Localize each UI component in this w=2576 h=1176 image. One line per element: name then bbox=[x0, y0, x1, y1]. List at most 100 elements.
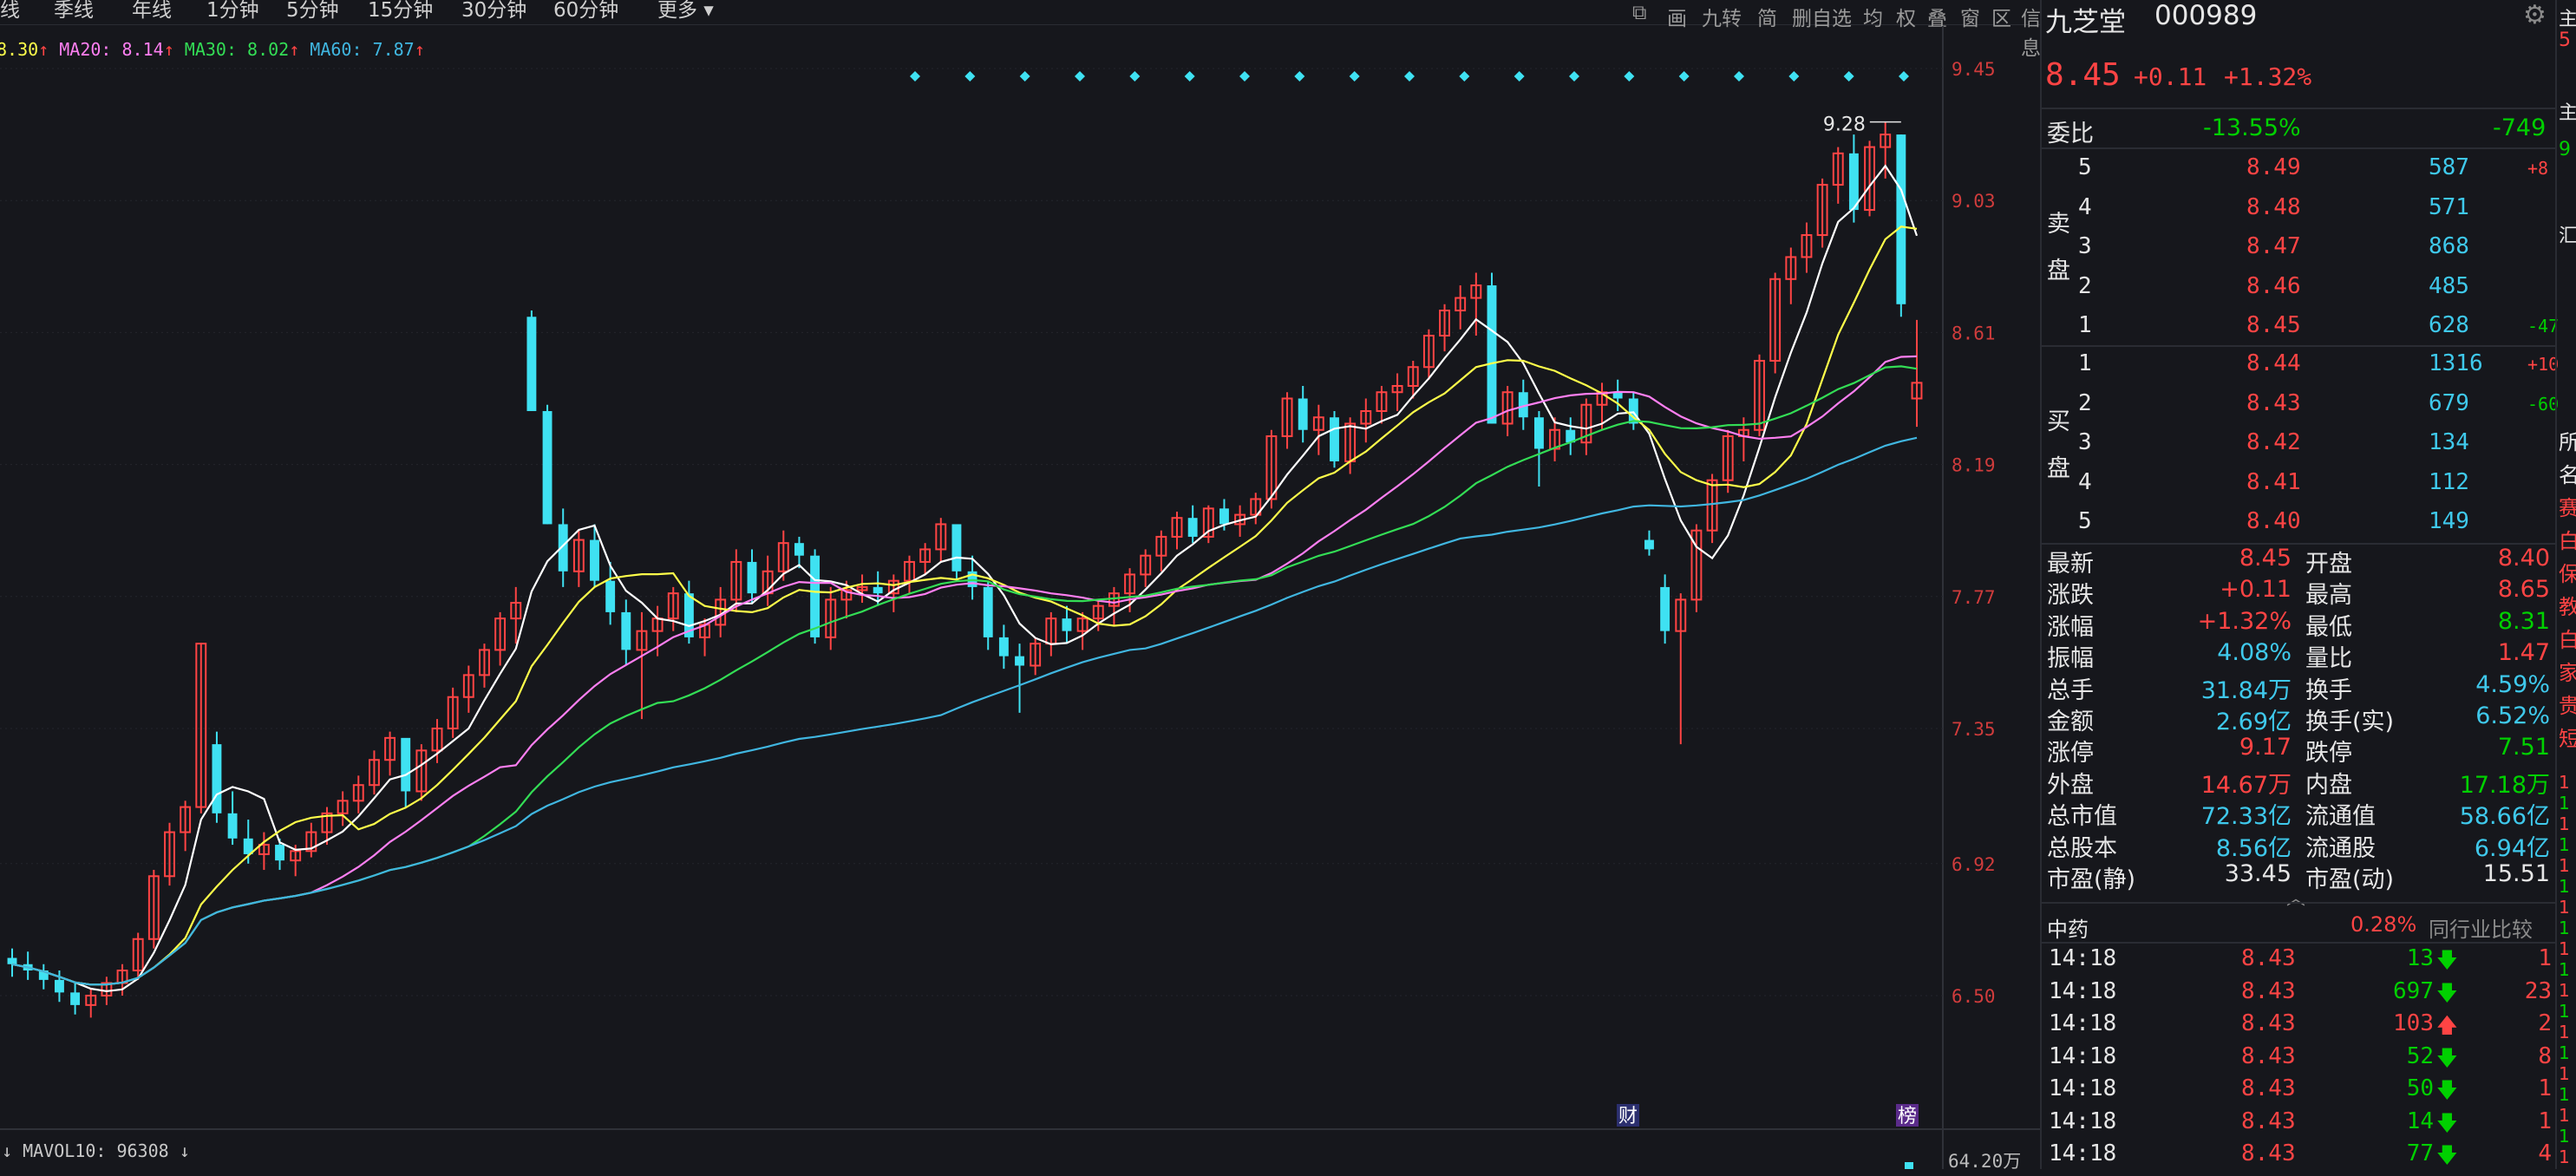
sector-name[interactable]: 中药 bbox=[2047, 912, 2089, 943]
candle-body bbox=[951, 524, 962, 572]
tick-price: 8.43 bbox=[2241, 1107, 2296, 1134]
period-tab[interactable]: 1分钟 bbox=[206, 0, 259, 21]
signal-marker bbox=[1349, 71, 1360, 82]
last-price: 8.45 bbox=[2045, 57, 2121, 93]
period-tab[interactable]: 60分钟 bbox=[553, 0, 618, 21]
edge-digit: 1 bbox=[2559, 1126, 2570, 1147]
edge-char: 主 bbox=[2559, 9, 2576, 30]
edge-digit: 1 bbox=[2559, 793, 2570, 813]
signal-marker bbox=[910, 71, 920, 82]
tick-count: 2 bbox=[2538, 1010, 2552, 1036]
tick-price: 8.43 bbox=[2241, 1042, 2296, 1069]
candle-body bbox=[275, 845, 284, 861]
stat-label: 市盈(动) bbox=[2305, 866, 2395, 893]
stat-label: 换手(实) bbox=[2305, 709, 2395, 735]
edge-digit: 1 bbox=[2559, 1147, 2570, 1167]
edge-digit: 1 bbox=[2559, 1001, 2570, 1022]
bid-volume: 679 bbox=[2429, 389, 2469, 416]
stat-label: 换手 bbox=[2305, 676, 2352, 704]
stat-label: 最高 bbox=[2305, 582, 2352, 610]
signal-marker bbox=[1184, 71, 1195, 82]
kline-chart[interactable]: 8.30↑ MA20: 8.14↑ MA30: 8.02↑ MA60: 7.87… bbox=[0, 26, 2040, 1169]
ask-change: +8 bbox=[2527, 158, 2549, 179]
tick-time: 14:18 bbox=[2049, 1042, 2117, 1069]
bid-price[interactable]: 8.43 bbox=[2246, 390, 2301, 416]
stat-value: 33.45 bbox=[2224, 860, 2292, 887]
ask-price[interactable]: 8.47 bbox=[2246, 233, 2301, 259]
bid-change: +10 bbox=[2527, 354, 2560, 375]
candle-body bbox=[605, 580, 616, 612]
candle-body bbox=[810, 555, 821, 637]
candle-body bbox=[55, 979, 64, 993]
industry-compare-link[interactable]: 同行业比较 bbox=[2429, 912, 2533, 943]
stat-value: 72.33亿 bbox=[2200, 803, 2292, 831]
legend-ma60: MA60: 7.87 bbox=[310, 39, 414, 60]
stat-label: 量比 bbox=[2305, 645, 2352, 673]
volume-bar bbox=[1905, 1162, 1913, 1169]
tick-volume: 13 bbox=[2406, 945, 2434, 971]
candle-body bbox=[227, 813, 238, 839]
bid-level: 4 bbox=[2078, 468, 2092, 495]
period-tab[interactable]: 5分钟 bbox=[286, 0, 339, 21]
collapse-icon[interactable]: ︿ bbox=[2286, 883, 2305, 911]
candle-body bbox=[70, 992, 81, 1005]
signal-marker bbox=[1129, 71, 1141, 82]
stat-value: 4.08% bbox=[2217, 639, 2292, 667]
edge-digit: 1 bbox=[2559, 772, 2570, 793]
candle-body bbox=[1644, 539, 1654, 550]
bid-price[interactable]: 8.40 bbox=[2246, 508, 2301, 534]
tick-price: 8.43 bbox=[2241, 977, 2296, 1004]
edge-char: 所 bbox=[2559, 430, 2576, 454]
signal-marker bbox=[1624, 71, 1635, 82]
edge-char: 家 bbox=[2559, 661, 2576, 685]
stat-label: 跌停 bbox=[2305, 740, 2352, 768]
bid-level: 3 bbox=[2078, 429, 2092, 455]
bid-price[interactable]: 8.41 bbox=[2246, 469, 2301, 495]
tick-volume: 50 bbox=[2406, 1075, 2434, 1101]
price-tick: 7.77 bbox=[1952, 587, 1996, 608]
period-tab[interactable]: 15分钟 bbox=[368, 0, 433, 21]
gear-icon[interactable]: ⚙ bbox=[2523, 0, 2547, 30]
tick-time: 14:18 bbox=[2049, 977, 2117, 1004]
price-change-pct: +1.32% bbox=[2224, 62, 2312, 91]
bid-level: 2 bbox=[2078, 389, 2092, 416]
period-tab[interactable]: 季线 bbox=[54, 0, 94, 21]
ask-price[interactable]: 8.45 bbox=[2246, 312, 2301, 338]
tick-time: 14:18 bbox=[2049, 945, 2117, 971]
candle-body bbox=[1298, 398, 1308, 430]
ask-price[interactable]: 8.48 bbox=[2246, 194, 2301, 220]
buy-label: 盘 bbox=[2047, 455, 2070, 482]
period-tab[interactable]: 线 bbox=[0, 0, 20, 21]
bid-price[interactable]: 8.44 bbox=[2246, 350, 2301, 376]
candle-body bbox=[1487, 285, 1497, 424]
candle-body bbox=[590, 539, 599, 581]
bid-price[interactable]: 8.42 bbox=[2246, 429, 2301, 455]
stat-value: +0.11 bbox=[2220, 576, 2292, 604]
stat-value: 8.31 bbox=[2497, 607, 2550, 635]
edge-char: 5 bbox=[2559, 29, 2571, 51]
period-tab[interactable]: 30分钟 bbox=[461, 0, 526, 21]
ask-volume: 485 bbox=[2429, 272, 2469, 299]
legend-ma10: 8.30 bbox=[0, 39, 38, 60]
period-tab[interactable]: 年线 bbox=[132, 0, 172, 21]
stat-value: 9.17 bbox=[2239, 734, 2292, 761]
edge-char: 名 bbox=[2559, 463, 2576, 487]
ma-legend: 8.30↑ MA20: 8.14↑ MA30: 8.02↑ MA60: 7.87… bbox=[0, 39, 425, 60]
stat-label: 外盘 bbox=[2047, 771, 2094, 799]
signal-marker bbox=[1514, 71, 1525, 82]
bid-change: -60 bbox=[2527, 393, 2560, 415]
ma30-line bbox=[11, 365, 1918, 986]
ask-price[interactable]: 8.46 bbox=[2246, 273, 2301, 299]
candle-body bbox=[542, 410, 552, 525]
weibi-diff: -749 bbox=[2493, 114, 2547, 141]
bang-badge: 榜 bbox=[1898, 1106, 1917, 1127]
ask-price[interactable]: 8.49 bbox=[2246, 154, 2301, 180]
stat-value: 2.69亿 bbox=[2215, 709, 2292, 735]
stat-value: 8.40 bbox=[2497, 545, 2550, 572]
ma60-line bbox=[11, 436, 1918, 986]
stat-value: 8.45 bbox=[2239, 545, 2292, 572]
tick-count: 1 bbox=[2538, 1107, 2552, 1134]
screenshot-icon[interactable]: ⧉ bbox=[1632, 2, 1646, 24]
candle-body bbox=[1533, 417, 1544, 449]
period-tab[interactable]: 更多 ▾ bbox=[657, 0, 714, 21]
